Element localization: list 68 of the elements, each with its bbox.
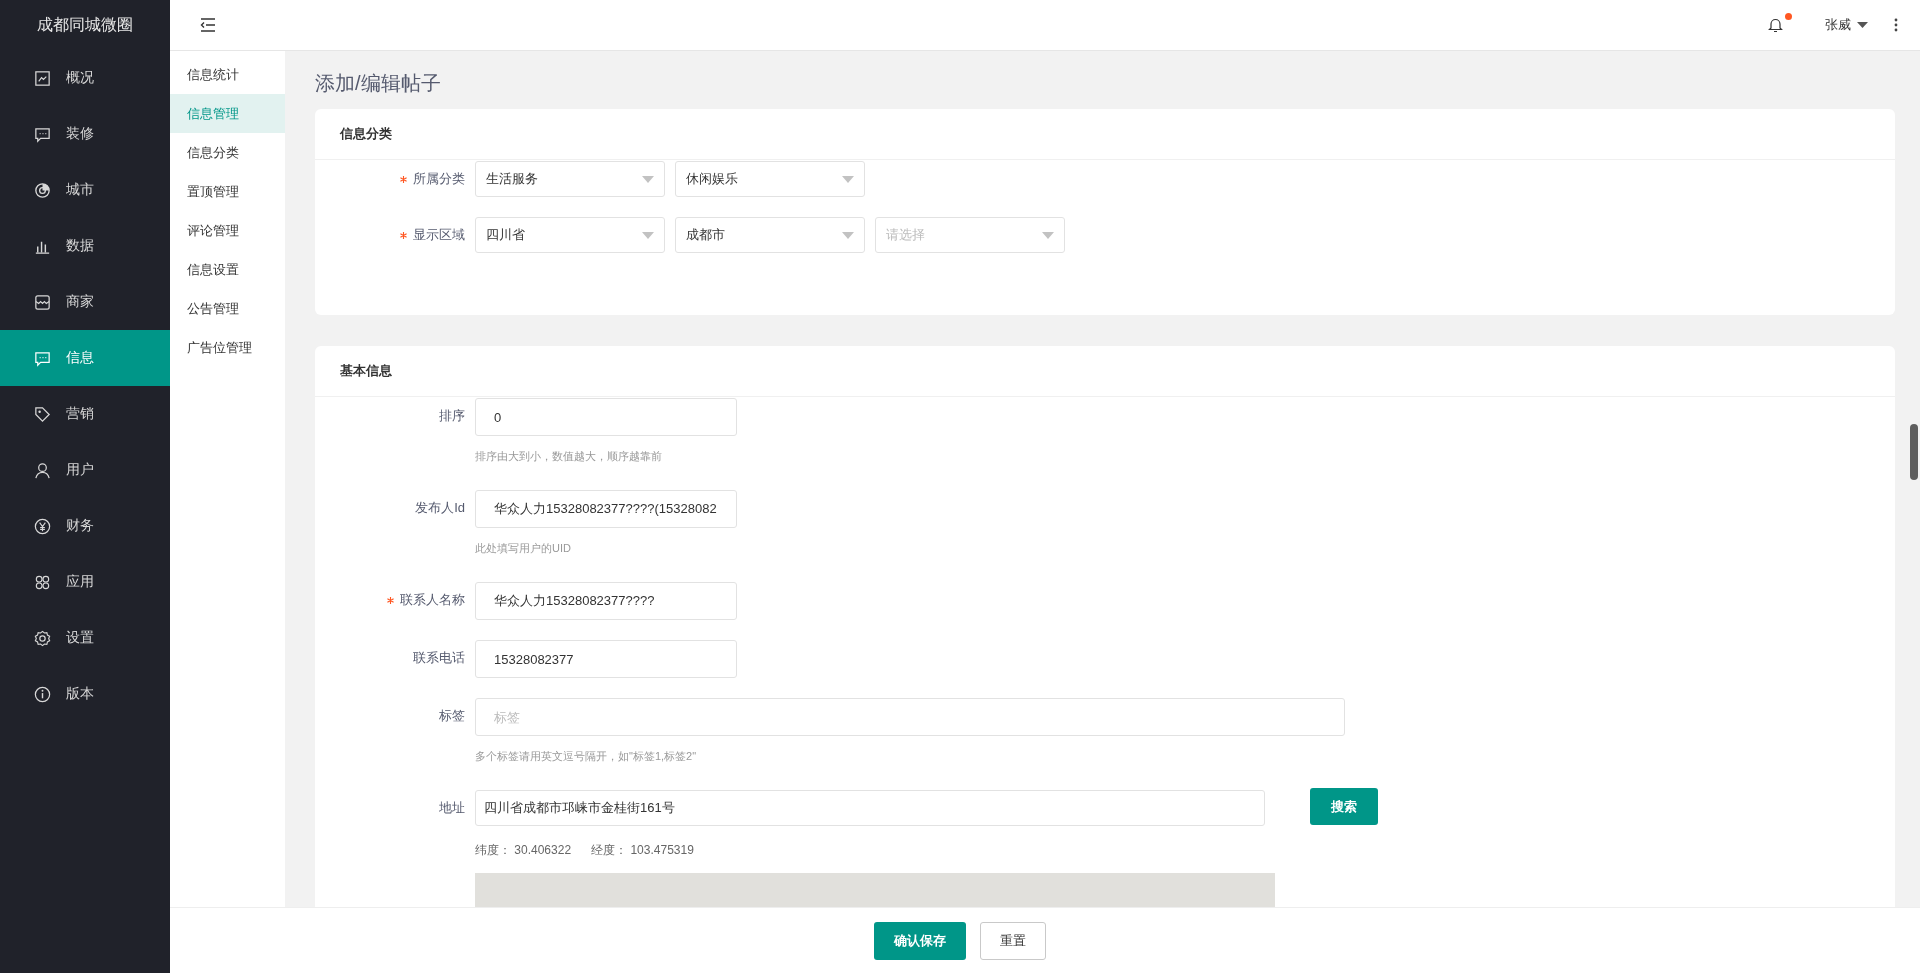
sidebar-item[interactable]: 版本	[0, 666, 170, 722]
field-label: 所属分类	[413, 170, 465, 188]
tag-icon	[33, 404, 52, 424]
field-hint: 多个标签请用英文逗号隔开，如"标签1,标签2"	[475, 749, 698, 764]
submenu-item[interactable]: 置顶管理	[170, 172, 285, 211]
gauge-icon	[33, 180, 52, 200]
sidebar-item[interactable]: 应用	[0, 554, 170, 610]
sidebar-item[interactable]: 城市	[0, 162, 170, 218]
section-title: 基本信息	[340, 362, 392, 380]
field-hint: 此处填写用户的UID	[475, 541, 572, 556]
bell-icon[interactable]	[1768, 17, 1783, 33]
sidebar-item[interactable]: 设置	[0, 610, 170, 666]
more-icon[interactable]	[1894, 18, 1898, 32]
caret-icon[interactable]	[1857, 22, 1868, 28]
sidebar-item[interactable]: 概况	[0, 50, 170, 106]
text-field[interactable]: 0	[475, 398, 737, 436]
user-name[interactable]: 张威	[1825, 16, 1851, 34]
text-field[interactable]: 华众人力15328082377????(15328082	[475, 490, 737, 528]
longitude-text: 经度： 103.475319	[591, 842, 694, 859]
user-icon	[33, 460, 52, 480]
scrollbar[interactable]	[1910, 424, 1918, 480]
address-field[interactable]: 四川省成都市邛崃市金桂街161号	[475, 790, 1265, 826]
field-label: 显示区域	[413, 226, 465, 244]
latitude-text: 纬度： 30.406322	[475, 842, 572, 859]
settings-icon	[33, 628, 52, 648]
submenu-item[interactable]: 广告位管理	[170, 328, 285, 367]
text-field[interactable]: 15328082377	[475, 640, 737, 678]
caret-icon	[642, 175, 654, 183]
section-title: 信息分类	[340, 125, 392, 143]
picture-frame-icon	[33, 68, 52, 88]
field-hint: 排序由大到小，数值越大，顺序越靠前	[475, 449, 663, 464]
field-label: 联系电话	[413, 649, 465, 667]
caret-icon	[842, 175, 854, 183]
page-title: 添加/编辑帖子	[315, 71, 442, 96]
caret-icon	[642, 231, 654, 239]
select-field[interactable]: 休闲娱乐	[675, 161, 865, 197]
select-field[interactable]: 四川省	[475, 217, 665, 253]
sidebar-item[interactable]: 商家	[0, 274, 170, 330]
sidebar-item[interactable]: 营销	[0, 386, 170, 442]
submenu-item[interactable]: 信息设置	[170, 250, 285, 289]
store-icon	[33, 292, 52, 312]
sidebar-item[interactable]: 用户	[0, 442, 170, 498]
field-label: 标签	[439, 707, 465, 725]
caret-icon	[842, 231, 854, 239]
field-label: 联系人名称	[400, 591, 465, 609]
sidebar-item[interactable]: 装修	[0, 106, 170, 162]
sidebar-item[interactable]: 信息	[0, 330, 170, 386]
submenu-item[interactable]: 信息分类	[170, 133, 285, 172]
text-field[interactable]: 华众人力15328082377????	[475, 582, 737, 620]
text-field[interactable]: 标签	[475, 698, 1345, 736]
field-label: 发布人Id	[415, 499, 465, 517]
select-field[interactable]: 成都市	[675, 217, 865, 253]
submenu-item[interactable]: 评论管理	[170, 211, 285, 250]
caret-icon	[1042, 231, 1054, 239]
menu-icon[interactable]	[200, 18, 216, 32]
app-title: 成都同城微圈	[37, 14, 133, 35]
reset-button[interactable]: 重置	[980, 921, 1046, 960]
submenu-item[interactable]: 公告管理	[170, 289, 285, 328]
search-button[interactable]: 搜索	[1310, 788, 1378, 825]
select-field[interactable]: 生活服务	[475, 161, 665, 197]
sidebar-item[interactable]: 财务	[0, 498, 170, 554]
info-icon	[33, 684, 52, 704]
submenu-item[interactable]: 信息统计	[170, 55, 285, 94]
save-button[interactable]: 确认保存	[874, 921, 966, 960]
field-label: 地址	[439, 799, 465, 817]
sidebar-item[interactable]: 数据	[0, 218, 170, 274]
field-label: 排序	[439, 407, 465, 425]
yen-icon	[33, 516, 52, 536]
